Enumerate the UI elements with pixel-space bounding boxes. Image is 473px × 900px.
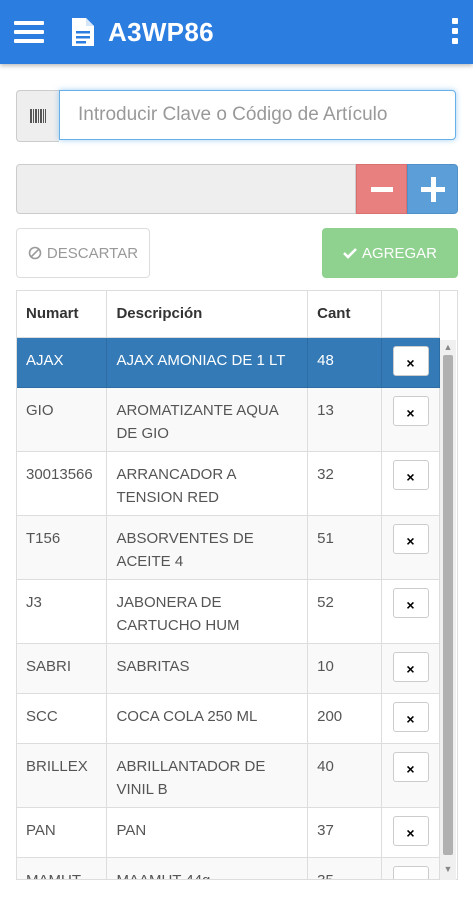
cell-numart: BRILLEX [17, 743, 108, 808]
table-row[interactable]: BRILLEX ABRILLANTADOR DE VINIL B 40 × [17, 743, 440, 808]
cell-desc: ARRANCADOR A TENSION RED [106, 451, 309, 516]
delete-row-button[interactable]: × [392, 652, 429, 682]
add-button[interactable]: AGREGAR [322, 228, 458, 278]
cell-actions: × [381, 807, 440, 858]
cell-desc: MAAMUT 44g [106, 857, 309, 879]
cell-cant: 200 [307, 693, 382, 744]
cell-numart: PAN [17, 807, 108, 858]
cell-actions: × [381, 743, 440, 808]
close-icon: × [406, 469, 415, 485]
cell-numart: J3 [17, 579, 108, 644]
cell-cant: 37 [307, 807, 382, 858]
table-header: Numart Descripción Cant [17, 291, 440, 338]
cell-desc: AROMATIZANTE AQUA DE GIO [106, 387, 309, 452]
cell-cant: 32 [307, 451, 382, 516]
cell-cant: 48 [307, 337, 382, 388]
cell-actions: × [381, 451, 440, 516]
discard-label: DESCARTAR [46, 244, 139, 262]
cell-cant: 10 [307, 643, 382, 694]
cell-cant: 40 [307, 743, 382, 808]
cell-desc: COCA COLA 250 ML [106, 693, 309, 744]
page-title: A3WP86 [108, 17, 214, 47]
add-label: AGREGAR [361, 244, 437, 262]
close-icon: × [406, 711, 415, 727]
increment-button[interactable] [407, 164, 458, 214]
check-icon [343, 248, 357, 259]
column-header-descripcion: Descripción [106, 291, 309, 338]
cell-numart: SABRI [17, 643, 108, 694]
barcode-icon [16, 90, 59, 142]
delete-row-button[interactable]: × [392, 752, 429, 782]
delete-row-button[interactable]: × [392, 460, 429, 490]
table-row[interactable]: T156 ABSORVENTES DE ACEITE 4 51 × [17, 515, 440, 580]
close-icon: × [406, 825, 415, 841]
table-row[interactable]: MAMUTMAAMUT 44g35 × [17, 857, 440, 879]
close-icon: × [406, 597, 415, 613]
table-row[interactable]: J3 JABONERA DE CARTUCHO HUM 52 × [17, 579, 440, 644]
quantity-field[interactable] [16, 164, 356, 214]
delete-row-button[interactable]: × [392, 588, 429, 618]
scroll-up-arrow-icon[interactable]: ▲ [440, 342, 456, 354]
column-header-cant: Cant [307, 291, 382, 338]
cell-cant: 52 [307, 579, 382, 644]
table-row[interactable]: PAN PAN 37 × [17, 807, 440, 858]
cell-actions: × [381, 337, 440, 388]
delete-row-button[interactable]: × [392, 816, 429, 846]
articles-table: Numart Descripción Cant AJAX AJAX AMONIAC… [16, 290, 458, 880]
close-icon: × [406, 533, 415, 549]
ban-icon [28, 246, 42, 260]
search-group [16, 90, 458, 142]
cell-desc: PAN [106, 807, 309, 858]
cell-numart: AJAX [17, 337, 108, 388]
cell-actions: × [381, 387, 440, 452]
delete-row-button[interactable]: × [392, 866, 429, 879]
cell-actions: × [381, 857, 440, 879]
article-search-input[interactable] [59, 90, 456, 140]
more-options-icon[interactable] [450, 18, 460, 46]
cell-desc: ABRILLANTADOR DE VINIL B [106, 743, 309, 808]
cell-actions: × [381, 693, 440, 744]
cell-actions: × [381, 579, 440, 644]
cell-actions: × [381, 515, 440, 580]
table-row[interactable]: AJAX AJAX AMONIAC DE 1 LT 48 × [17, 337, 440, 388]
app-bar: A3WP86 [0, 0, 473, 64]
cell-desc: AJAX AMONIAC DE 1 LT [106, 337, 309, 388]
delete-row-button[interactable]: × [392, 524, 429, 554]
cell-numart: SCC [17, 693, 108, 744]
cell-cant: 13 [307, 387, 382, 452]
decrement-button[interactable] [356, 164, 407, 214]
discard-button[interactable]: DESCARTAR [16, 228, 150, 278]
close-icon: × [394, 872, 428, 879]
scroll-down-arrow-icon[interactable]: ▼ [440, 864, 456, 876]
column-header-actions [381, 291, 440, 338]
close-icon: × [406, 405, 415, 421]
cell-cant: 51 [307, 515, 382, 580]
cell-cant: 35 [307, 857, 382, 879]
cell-numart: T156 [17, 515, 108, 580]
cell-desc: ABSORVENTES DE ACEITE 4 [106, 515, 309, 580]
cell-numart: MAMUT [17, 857, 108, 879]
delete-row-button[interactable]: × [392, 396, 429, 426]
cell-actions: × [381, 643, 440, 694]
delete-row-button[interactable]: × [392, 702, 429, 732]
menu-icon[interactable] [14, 21, 44, 43]
scroll-thumb[interactable] [443, 355, 453, 855]
table-row[interactable]: 30013566 ARRANCADOR A TENSION RED 32 × [17, 451, 440, 516]
close-icon: × [406, 355, 415, 371]
delete-row-button[interactable]: × [392, 346, 429, 376]
cell-numart: 30013566 [17, 451, 108, 516]
table-row[interactable]: SABRI SABRITAS 10 × [17, 643, 440, 694]
quantity-stepper [16, 164, 458, 216]
cell-desc: SABRITAS [106, 643, 309, 694]
document-icon [72, 18, 94, 46]
table-row[interactable]: GIO AROMATIZANTE AQUA DE GIO 13 × [17, 387, 440, 452]
cell-desc: JABONERA DE CARTUCHO HUM [106, 579, 309, 644]
close-icon: × [406, 661, 415, 677]
table-row[interactable]: SCC COCA COLA 250 ML 200 × [17, 693, 440, 744]
column-header-numart: Numart [17, 291, 108, 338]
cell-numart: GIO [17, 387, 108, 452]
minus-icon [371, 187, 393, 192]
close-icon: × [406, 761, 415, 777]
table-scrollbar[interactable]: ▲ ▼ [440, 340, 456, 880]
